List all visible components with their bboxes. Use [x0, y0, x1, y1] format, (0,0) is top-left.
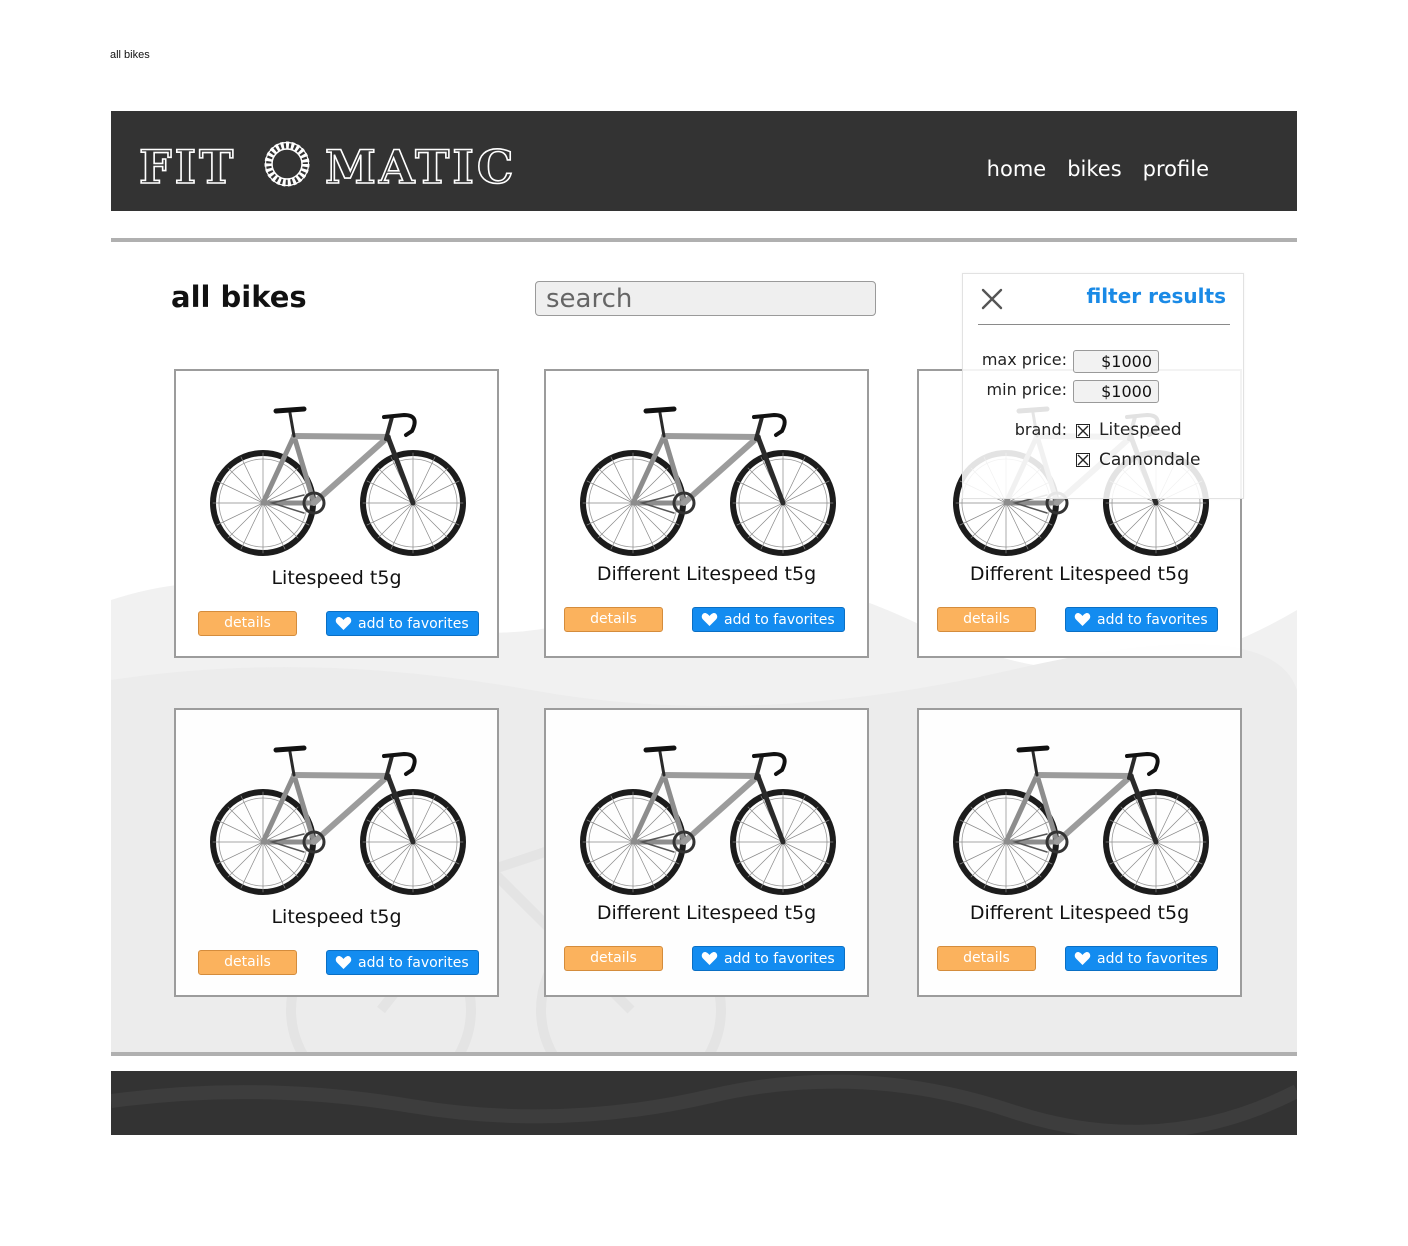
- nav-bikes[interactable]: bikes: [1067, 157, 1121, 181]
- bike-card-title: Litespeed t5g: [271, 567, 402, 589]
- bike-card: Different Litespeed t5g details add to fav…: [917, 708, 1242, 997]
- brand-litespeed-checkbox[interactable]: [1076, 424, 1090, 438]
- add-to-favorites-button[interactable]: add to favorites: [1065, 607, 1218, 632]
- road-bike-image: [580, 406, 836, 556]
- heart-icon: [701, 613, 718, 626]
- bike-card-title: Different Litespeed t5g: [596, 902, 817, 924]
- details-button[interactable]: details: [937, 607, 1036, 632]
- add-to-favorites-label: add to favorites: [358, 954, 469, 971]
- bike-card: Different Litespeed t5g details add to fav…: [544, 369, 869, 658]
- page-title: all bikes: [171, 280, 307, 314]
- heart-icon: [335, 617, 352, 630]
- nav-profile[interactable]: profile: [1143, 157, 1209, 181]
- heart-icon: [701, 952, 718, 965]
- filter-divider: [978, 324, 1230, 325]
- footer-divider: [111, 1052, 1297, 1056]
- add-to-favorites-button[interactable]: add to favorites: [692, 946, 845, 971]
- nav-home[interactable]: home: [987, 157, 1047, 181]
- add-to-favorites-label: add to favorites: [1097, 950, 1208, 967]
- search-input[interactable]: [535, 281, 876, 316]
- bike-card: Litespeed t5g details add to favorites: [174, 708, 499, 997]
- add-to-favorites-label: add to favorites: [1097, 611, 1208, 628]
- heart-icon: [1074, 613, 1091, 626]
- close-icon[interactable]: [981, 288, 1003, 310]
- max-price-input[interactable]: [1073, 350, 1159, 373]
- bike-card-title: Different Litespeed t5g: [969, 902, 1190, 924]
- brand-cannondale-label: Cannondale: [1099, 450, 1201, 470]
- heart-icon: [1074, 952, 1091, 965]
- max-price-label: max price:: [981, 350, 1067, 369]
- checkbox-checked-icon: [1077, 425, 1089, 437]
- min-price-input[interactable]: [1073, 380, 1159, 403]
- bike-card: Litespeed t5g details add to favorites: [174, 369, 499, 658]
- brand-cannondale-checkbox[interactable]: [1076, 453, 1090, 467]
- bike-card-title: Different Litespeed t5g: [596, 563, 817, 585]
- road-bike-image: [210, 406, 466, 556]
- logo-text-left: FIT: [139, 140, 236, 191]
- add-to-favorites-button[interactable]: add to favorites: [326, 950, 479, 975]
- details-button[interactable]: details: [937, 946, 1036, 971]
- brand-litespeed-label: Litespeed: [1099, 420, 1182, 440]
- road-bike-image: [210, 745, 466, 895]
- site-header: FIT MATIC home bikes profile: [111, 111, 1297, 211]
- checkbox-checked-icon: [1077, 454, 1089, 466]
- road-bike-image: [953, 745, 1209, 895]
- add-to-favorites-button[interactable]: add to favorites: [326, 611, 479, 636]
- header-divider: [111, 238, 1297, 242]
- logo-text-right: MATIC: [325, 140, 516, 191]
- add-to-favorites-label: add to favorites: [724, 611, 835, 628]
- filter-panel: filter results max price: min price: bra…: [962, 273, 1244, 499]
- bike-card-title: Litespeed t5g: [271, 906, 402, 928]
- fit-o-matic-logo[interactable]: FIT MATIC: [139, 137, 539, 191]
- details-button[interactable]: details: [564, 946, 663, 971]
- brand-label: brand:: [1014, 420, 1067, 439]
- add-to-favorites-button[interactable]: add to favorites: [692, 607, 845, 632]
- footer-texture: [111, 1074, 1297, 1135]
- main-nav: home bikes profile: [987, 157, 1209, 181]
- bike-card-title: Different Litespeed t5g: [969, 563, 1190, 585]
- add-to-favorites-button[interactable]: add to favorites: [1065, 946, 1218, 971]
- heart-icon: [335, 956, 352, 969]
- details-button[interactable]: details: [198, 950, 297, 975]
- bike-card: Different Litespeed t5g details add to fav…: [544, 708, 869, 997]
- details-button[interactable]: details: [564, 607, 663, 632]
- filter-title: filter results: [1086, 284, 1226, 308]
- min-price-label: min price:: [986, 380, 1067, 399]
- add-to-favorites-label: add to favorites: [358, 615, 469, 632]
- chainring-icon: [264, 141, 310, 187]
- details-button[interactable]: details: [198, 611, 297, 636]
- site-footer: [111, 1071, 1297, 1135]
- page-caption: all bikes: [110, 49, 150, 61]
- road-bike-image: [580, 745, 836, 895]
- add-to-favorites-label: add to favorites: [724, 950, 835, 967]
